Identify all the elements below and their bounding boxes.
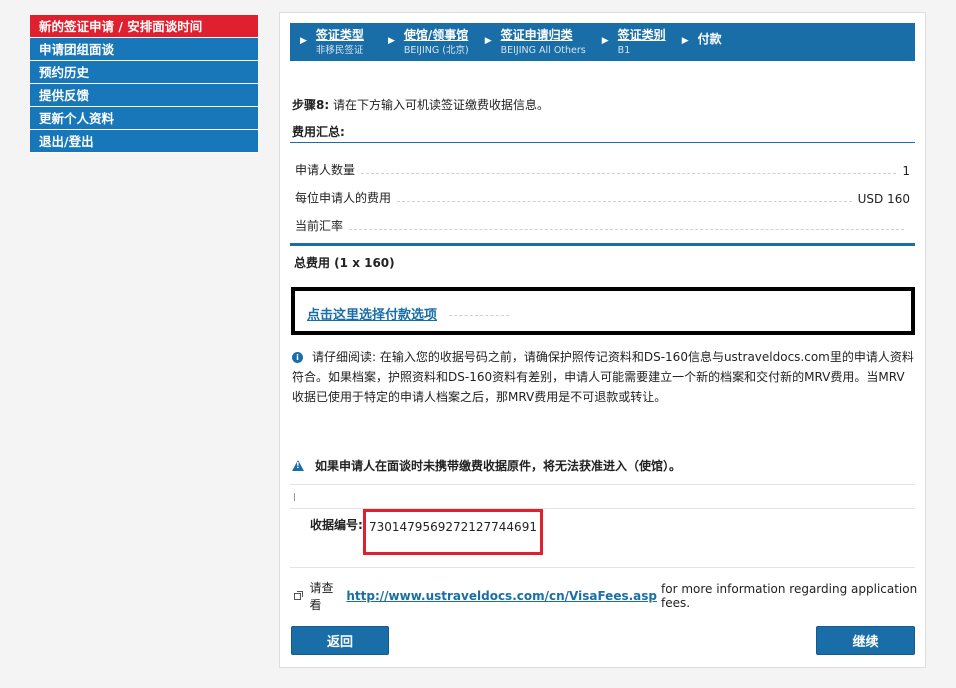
breadcrumb-visa-class[interactable]: ▶ 签证类别 B1	[592, 23, 666, 61]
external-link-icon	[294, 590, 304, 600]
breadcrumb-title: 使馆/领事馆	[403, 28, 469, 42]
fee-row-applicants: 申请人数量 1	[290, 158, 915, 178]
fee-label: 当前汇率	[295, 219, 344, 233]
back-button[interactable]: 返回	[291, 626, 389, 655]
breadcrumb-title: 签证类型	[315, 28, 364, 42]
dotted-leader	[361, 173, 897, 174]
step-label: 步骤8:	[292, 98, 330, 112]
breadcrumb-title: 付款	[697, 32, 722, 46]
more-info-suffix: for more information regarding applicati…	[661, 582, 918, 610]
breadcrumb-sub: B1	[617, 45, 631, 56]
main-panel: ▶ 签证类型 非移民签证 ▶ 使馆/领事馆 BEIJING (北京) ▶ 签证申…	[279, 12, 926, 668]
sidebar-item-feedback[interactable]: 提供反馈	[30, 84, 258, 107]
breadcrumb-title: 签证类别	[617, 28, 666, 42]
fee-value: 1	[902, 164, 910, 178]
warning-message: 如果申请人在面谈时未携带缴费收据原件，将无法获准进入（使馆）。	[292, 457, 681, 474]
arrow-right-icon: ▶	[387, 36, 395, 46]
dotted-leader	[449, 315, 509, 316]
sidebar-item-group-interview[interactable]: 申请团组面谈	[30, 38, 258, 61]
arrow-right-icon: ▶	[300, 36, 307, 46]
fee-label: 申请人数量	[295, 163, 356, 177]
read-carefully-notice: i 请仔细阅读: 在输入您的收据号码之前，请确保护照传记资料和DS-160信息与u…	[292, 347, 916, 407]
breadcrumb: ▶ 签证类型 非移民签证 ▶ 使馆/领事馆 BEIJING (北京) ▶ 签证申…	[290, 23, 915, 61]
dotted-leader	[349, 229, 904, 230]
sidebar-item-update-profile[interactable]: 更新个人资料	[30, 107, 258, 130]
sidebar-item-appointment-history[interactable]: 预约历史	[30, 61, 258, 84]
receipt-highlight-box	[363, 509, 543, 555]
sidebar-item-new-application[interactable]: 新的签证申请 / 安排面谈时间	[30, 15, 258, 38]
fee-row-per-applicant: 每位申请人的费用 USD 160	[290, 186, 915, 206]
fee-value: USD 160	[857, 192, 910, 206]
breadcrumb-post[interactable]: ▶ 使馆/领事馆 BEIJING (北京)	[378, 23, 469, 61]
step-instruction: 步骤8: 请在下方输入可机读签证缴费收据信息。	[292, 96, 549, 113]
breadcrumb-title: 签证申请归类	[500, 28, 573, 42]
arrow-right-icon: ▶	[681, 36, 689, 46]
breadcrumb-visa-type[interactable]: ▶ 签证类型 非移民签证	[290, 23, 364, 61]
continue-button[interactable]: 继续	[816, 626, 915, 655]
dotted-leader	[397, 201, 852, 202]
breadcrumb-sub: BEIJING All Others	[500, 45, 586, 56]
payment-options-box: 点击这里选择付款选项	[291, 287, 915, 335]
fee-row-exchange-rate: 当前汇率	[290, 214, 915, 234]
step-text: 请在下方输入可机读签证缴费收据信息。	[329, 98, 549, 112]
fee-label: 每位申请人的费用	[295, 191, 392, 205]
notice-text: 请仔细阅读: 在输入您的收据号码之前，请确保护照传记资料和DS-160信息与us…	[292, 350, 914, 404]
sidebar-item-logout[interactable]: 退出/登出	[30, 130, 258, 153]
sidebar-menu: 新的签证申请 / 安排面谈时间 申请团组面谈 预约历史 提供反馈 更新个人资料 …	[30, 15, 258, 153]
arrow-right-icon: ▶	[484, 36, 492, 46]
breadcrumb-sub: 非移民签证	[315, 45, 364, 56]
fee-total: 总费用 (1 x 160)	[294, 256, 395, 270]
fee-summary-title: 费用汇总:	[292, 125, 345, 139]
receipt-number-input[interactable]	[369, 520, 537, 534]
warning-text: 如果申请人在面谈时未携带缴费收据原件，将无法获准进入（使馆）。	[315, 459, 682, 473]
breadcrumb-sub: BEIJING (北京)	[403, 45, 469, 56]
warning-icon	[292, 460, 304, 471]
arrow-right-icon: ▶	[601, 36, 609, 46]
more-info-line: 请查看 http://www.ustraveldocs.com/cn/VisaF…	[294, 579, 925, 613]
divider	[290, 142, 915, 143]
visa-fees-link[interactable]: http://www.ustraveldocs.com/cn/VisaFees.…	[346, 589, 657, 603]
divider-thick	[290, 243, 915, 246]
info-icon: i	[292, 352, 303, 363]
breadcrumb-payment: ▶ 付款	[672, 23, 722, 61]
text-cursor-mark	[294, 493, 295, 501]
divider	[290, 567, 915, 568]
divider	[290, 484, 915, 485]
more-info-prefix: 请查看	[309, 581, 334, 612]
breadcrumb-visa-category[interactable]: ▶ 签证申请归类 BEIJING All Others	[475, 23, 586, 61]
receipt-number-label: 收据编号:	[310, 518, 363, 532]
payment-options-link[interactable]: 点击这里选择付款选项	[307, 304, 437, 323]
